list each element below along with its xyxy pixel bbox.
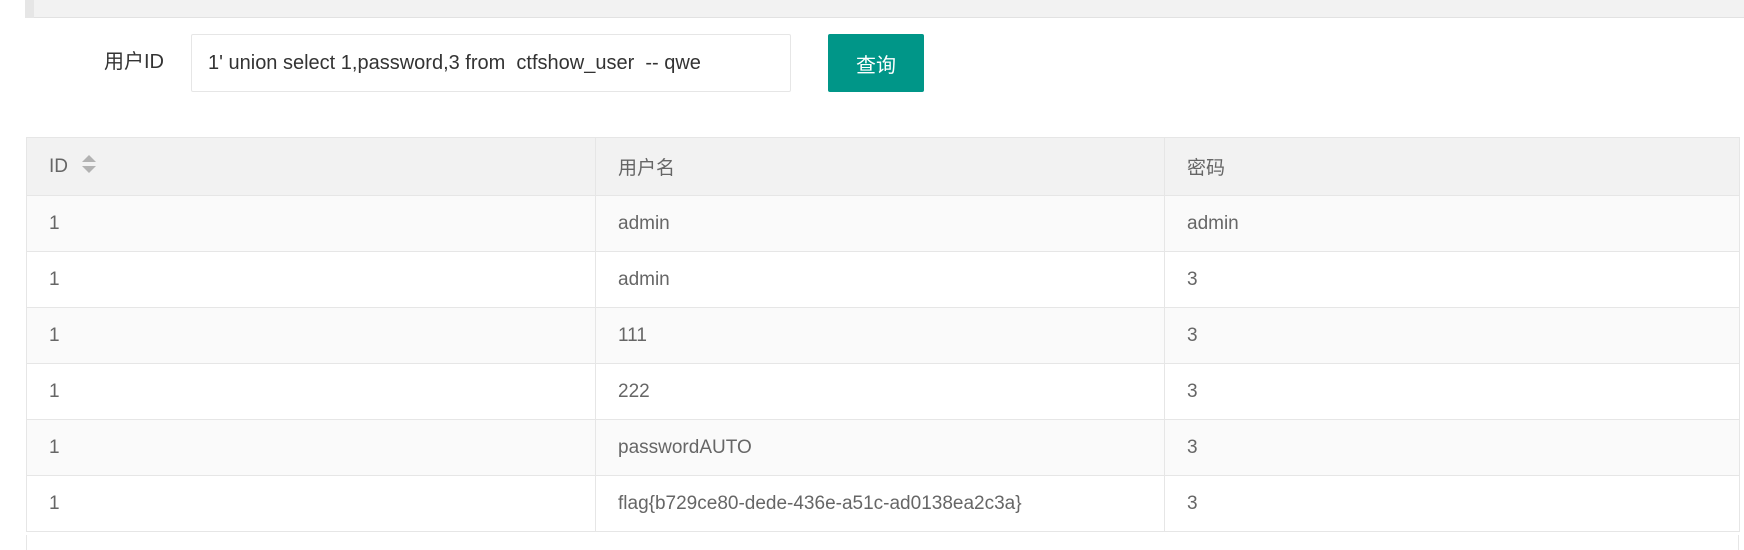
query-form: 用户ID 查询 xyxy=(0,34,1744,92)
column-header-id[interactable]: ID xyxy=(26,137,596,196)
table-row: 1 admin 3 xyxy=(26,251,1740,308)
cell-username: passwordAUTO xyxy=(595,419,1165,476)
cell-username: 111 xyxy=(595,307,1165,364)
cell-password: 3 xyxy=(1164,419,1740,476)
cell-password: 3 xyxy=(1164,363,1740,420)
column-header-username: 用户名 xyxy=(595,137,1165,196)
cell-id: 1 xyxy=(26,419,596,476)
top-panel-strip xyxy=(25,0,1744,18)
results-table: ID 用户名 密码 1 admin admin 1 admin 3 1 111 … xyxy=(26,137,1740,532)
table-row: 1 passwordAUTO 3 xyxy=(26,419,1740,476)
cell-username: 222 xyxy=(595,363,1165,420)
cell-id: 1 xyxy=(26,363,596,420)
table-row: 1 111 3 xyxy=(26,307,1740,364)
top-panel-accent xyxy=(25,0,34,18)
user-id-label: 用户ID xyxy=(104,51,164,73)
column-header-label: ID xyxy=(49,155,68,177)
cell-id: 1 xyxy=(26,195,596,252)
table-header-row: ID 用户名 密码 xyxy=(26,137,1740,196)
table-row: 1 222 3 xyxy=(26,363,1740,420)
cell-id: 1 xyxy=(26,475,596,532)
cell-password: 3 xyxy=(1164,251,1740,308)
query-button[interactable]: 查询 xyxy=(828,34,924,92)
table-row: 1 admin admin xyxy=(26,195,1740,252)
cell-username: admin xyxy=(595,195,1165,252)
cell-password: 3 xyxy=(1164,475,1740,532)
sort-icon[interactable] xyxy=(82,154,96,174)
column-header-password: 密码 xyxy=(1164,137,1740,196)
user-id-input[interactable] xyxy=(191,34,791,92)
table-next-row-partial xyxy=(26,535,1739,550)
cell-id: 1 xyxy=(26,251,596,308)
cell-username: flag{b729ce80-dede-436e-a51c-ad0138ea2c3… xyxy=(595,475,1165,532)
cell-username: admin xyxy=(595,251,1165,308)
cell-id: 1 xyxy=(26,307,596,364)
cell-password: admin xyxy=(1164,195,1740,252)
table-row: 1 flag{b729ce80-dede-436e-a51c-ad0138ea2… xyxy=(26,475,1740,532)
cell-password: 3 xyxy=(1164,307,1740,364)
